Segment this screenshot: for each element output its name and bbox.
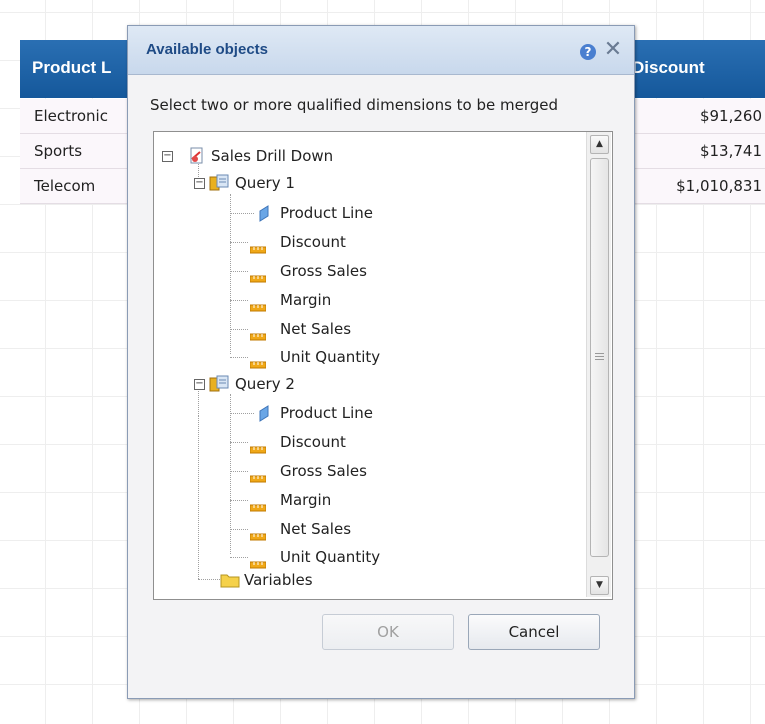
cell-discount: $13,741 [699,142,762,160]
object-tree[interactable]: − Sales Drill Down − Query 1 Product Lin… [153,131,613,600]
scroll-up-arrow-icon[interactable]: ▲ [590,135,609,154]
dimension-blue-icon [258,405,270,429]
measure-ruler-icon [249,267,267,289]
tree-node-query[interactable]: − Query 2 [194,373,494,395]
cell-product-line: Electronic [34,107,108,125]
cell-product-line: Telecom [34,177,96,195]
tree-node-measure[interactable]: Net Sales [230,318,530,341]
dialog-title-bar[interactable]: Available objects ? ✕ [128,26,634,75]
dimension-blue-icon [258,205,270,229]
tree-label: Margin [280,291,332,309]
tree-label: Sales Drill Down [211,147,334,165]
tree-node-measure[interactable]: Unit Quantity [230,546,530,569]
collapse-toggle[interactable]: − [194,379,205,390]
collapse-toggle[interactable]: − [162,151,173,162]
dialog-title: Available objects [146,41,268,58]
tree-node-measure[interactable]: Margin [230,289,530,312]
tree-node-dimension[interactable]: Product Line [230,202,530,224]
tree-connector [198,579,220,580]
tree-label: Query 2 [235,375,295,393]
measure-ruler-icon [249,353,267,375]
tree-label: Query 1 [235,174,295,192]
tree-node-measure[interactable]: Margin [230,489,530,512]
dialog-instruction: Select two or more qualified dimensions … [150,96,559,114]
tree-label: Unit Quantity [280,348,381,366]
tree-label: Unit Quantity [280,548,381,566]
cell-discount: $91,260 [699,107,762,125]
query-cylinder-icon [209,375,229,399]
measure-ruler-icon [249,438,267,460]
collapse-toggle[interactable]: − [194,178,205,189]
cell-discount: $1,010,831 [676,177,762,195]
cell-product-line: Sports [34,142,83,160]
tree-label: Product Line [280,204,373,222]
tree-label: Net Sales [280,520,352,538]
scroll-down-arrow-icon[interactable]: ▼ [590,576,609,595]
tree-label: Discount [280,433,346,451]
tree-label: Gross Sales [280,462,367,480]
tree-node-root[interactable]: − Sales Drill Down [162,145,462,167]
tree-label: Gross Sales [280,262,367,280]
tree-node-measure[interactable]: Gross Sales [230,460,530,483]
measure-ruler-icon [249,467,267,489]
tree-label: Net Sales [280,320,352,338]
report-document-icon [188,147,206,171]
vertical-scrollbar[interactable]: ▲ ▼ [586,132,611,597]
measure-ruler-icon [249,296,267,318]
measure-ruler-icon [249,325,267,347]
tree-node-measure[interactable]: Gross Sales [230,260,530,283]
scroll-thumb[interactable] [590,158,609,557]
tree-node-measure[interactable]: Discount [230,431,530,454]
ok-button[interactable]: OK [322,614,454,650]
help-icon[interactable]: ? [580,44,596,60]
header-product-line[interactable]: Product L [32,58,111,78]
tree-label: Product Line [280,404,373,422]
folder-icon [220,572,240,594]
available-objects-dialog: Available objects ? ✕ Select two or more… [127,25,635,699]
tree-node-measure[interactable]: Unit Quantity [230,346,530,369]
measure-ruler-icon [249,525,267,547]
tree-node-measure[interactable]: Net Sales [230,518,530,541]
cancel-button[interactable]: Cancel [468,614,600,650]
query-cylinder-icon [209,174,229,198]
header-discount[interactable]: Discount [632,58,705,78]
measure-ruler-icon [249,238,267,260]
measure-ruler-icon [249,496,267,518]
tree-label: Discount [280,233,346,251]
tree-node-measure[interactable]: Discount [230,231,530,254]
tree-connector [198,416,199,579]
tree-label: Margin [280,491,332,509]
tree-node-query[interactable]: − Query 1 [194,172,494,194]
tree-label: Variables [244,571,313,589]
close-icon[interactable]: ✕ [603,38,623,62]
tree-node-dimension[interactable]: Product Line [230,402,530,424]
tree-node-variables[interactable]: Variables [220,569,520,591]
